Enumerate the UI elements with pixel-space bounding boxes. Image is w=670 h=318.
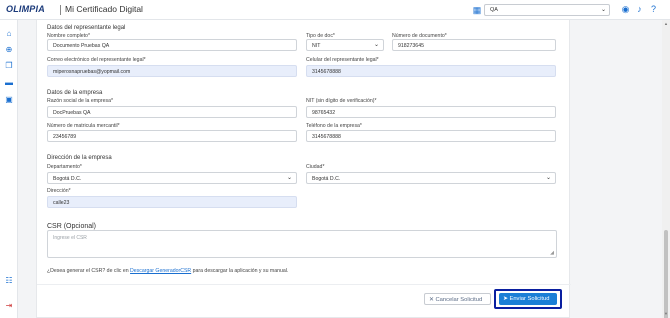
csr-title: CSR (Opcional) xyxy=(47,223,97,230)
footer-divider xyxy=(37,284,571,285)
city-select[interactable]: Bogotá D.C. ⌄ xyxy=(306,172,556,184)
scroll-up-icon[interactable]: ▲ xyxy=(663,21,669,26)
address-label: Dirección* xyxy=(47,188,71,194)
bell-icon[interactable]: ♪ xyxy=(634,4,645,15)
department-select[interactable]: Bogotá D.C. ⌄ xyxy=(47,172,297,184)
company-phone-label: Teléfono de la empresa* xyxy=(306,123,362,129)
add-icon[interactable]: ⊕ xyxy=(4,45,14,55)
city-label: Ciudad* xyxy=(306,164,325,170)
chevron-down-icon: ⌄ xyxy=(373,42,379,48)
company-section-title: Datos de la empresa xyxy=(47,90,103,96)
page-scrollbar[interactable]: ▲ ▼ xyxy=(662,20,670,318)
company-name-value: DocPruebas QA xyxy=(53,110,91,116)
nit-value: 98765432 xyxy=(312,110,336,116)
csr-help-suffix: para descargar la aplicación y su manual… xyxy=(191,268,289,274)
phone-label: Celular del representante legal* xyxy=(306,57,379,63)
sidebar: ⌂ ⊕ ❐ ▬ ▣ ☷ ⇥ xyxy=(0,20,18,318)
chevron-down-icon: ⌄ xyxy=(545,175,551,181)
email-field[interactable]: miperosnapruebas@yopmail.com xyxy=(47,65,297,77)
user-icon[interactable]: ◉ xyxy=(620,4,631,15)
address-field[interactable]: calle23 xyxy=(47,196,297,208)
full-name-field[interactable]: Documento Pruebas QA xyxy=(47,39,297,51)
chevron-down-icon: ⌄ xyxy=(600,7,606,13)
nit-field[interactable]: 98765432 xyxy=(306,106,556,118)
certificates-icon[interactable]: ❐ xyxy=(4,61,14,71)
folder-icon[interactable]: ▬ xyxy=(4,78,14,88)
full-name-value: Documento Pruebas QA xyxy=(53,43,110,49)
legal-rep-section-title: Datos del representante legal xyxy=(47,25,126,31)
phone-value: 3145678888 xyxy=(312,69,341,75)
chevron-down-icon: ⌄ xyxy=(286,175,292,181)
email-value: miperosnapruebas@yopmail.com xyxy=(53,69,131,75)
registration-field[interactable]: 23456789 xyxy=(47,130,297,142)
registration-label: Número de matricula mercantil* xyxy=(47,123,120,129)
download-csr-generator-link[interactable]: Descargar GeneradorCSR xyxy=(130,268,191,274)
organization-select[interactable]: QA ⌄ xyxy=(484,4,610,16)
brand-logo[interactable]: OLIMPIA xyxy=(6,4,45,14)
users-icon[interactable]: ☷ xyxy=(4,276,14,286)
company-name-label: Razón social de la empresa* xyxy=(47,98,114,104)
company-phone-field[interactable]: 3145678888 xyxy=(306,130,556,142)
cancel-request-button[interactable]: ✕ Cancelar Solicitud xyxy=(424,293,491,305)
resize-grip-icon[interactable]: ◢ xyxy=(550,250,554,256)
profile-icon[interactable]: ▣ xyxy=(4,95,14,105)
csr-help-text: ¿Desea generar el CSR? de clic en Descar… xyxy=(47,268,288,274)
company-phone-value: 3145678888 xyxy=(312,134,341,140)
home-icon[interactable]: ⌂ xyxy=(4,29,14,39)
top-bar: OLIMPIA Mi Certificado Digital ▦ QA ⌄ ◉ … xyxy=(0,0,670,20)
address-value: calle23 xyxy=(53,200,70,206)
app-title: Mi Certificado Digital xyxy=(65,4,143,14)
phone-field[interactable]: 3145678888 xyxy=(306,65,556,77)
csr-textarea[interactable]: Ingrese el CSR ◢ xyxy=(47,230,557,258)
registration-value: 23456789 xyxy=(53,134,77,140)
building-icon: ▦ xyxy=(472,5,482,15)
email-label: Correo electrónico del representante leg… xyxy=(47,57,146,63)
nit-label: NIT (sin dígito de verificación)* xyxy=(306,98,377,104)
request-form-card: Datos del representante legal Nombre com… xyxy=(36,20,571,318)
scroll-down-icon[interactable]: ▼ xyxy=(663,311,669,316)
address-section-title: Dirección de la empresa xyxy=(47,155,112,161)
send-request-button[interactable]: ➤ Enviar Solicitud xyxy=(499,293,557,305)
doc-number-field[interactable]: 918273645 xyxy=(392,39,556,51)
logout-icon[interactable]: ⇥ xyxy=(4,301,14,311)
doc-type-value: NIT xyxy=(312,43,321,49)
organization-select-value: QA xyxy=(490,7,498,13)
doc-number-value: 918273645 xyxy=(398,43,424,49)
department-value: Bogotá D.C. xyxy=(53,176,82,182)
brand-separator xyxy=(60,5,61,15)
send-request-label: ➤ Enviar Solicitud xyxy=(503,295,550,302)
scroll-thumb[interactable] xyxy=(664,230,668,318)
department-label: Departamento* xyxy=(47,164,82,170)
cancel-request-label: ✕ Cancelar Solicitud xyxy=(429,296,483,303)
csr-placeholder: Ingrese el CSR xyxy=(53,235,87,241)
help-icon[interactable]: ? xyxy=(648,4,659,15)
company-name-field[interactable]: DocPruebas QA xyxy=(47,106,297,118)
city-value: Bogotá D.C. xyxy=(312,176,341,182)
doc-type-select[interactable]: NIT ⌄ xyxy=(306,39,384,51)
send-button-focus-ring: ➤ Enviar Solicitud xyxy=(494,289,562,309)
csr-help-prefix: ¿Desea generar el CSR? de clic en xyxy=(47,268,131,274)
